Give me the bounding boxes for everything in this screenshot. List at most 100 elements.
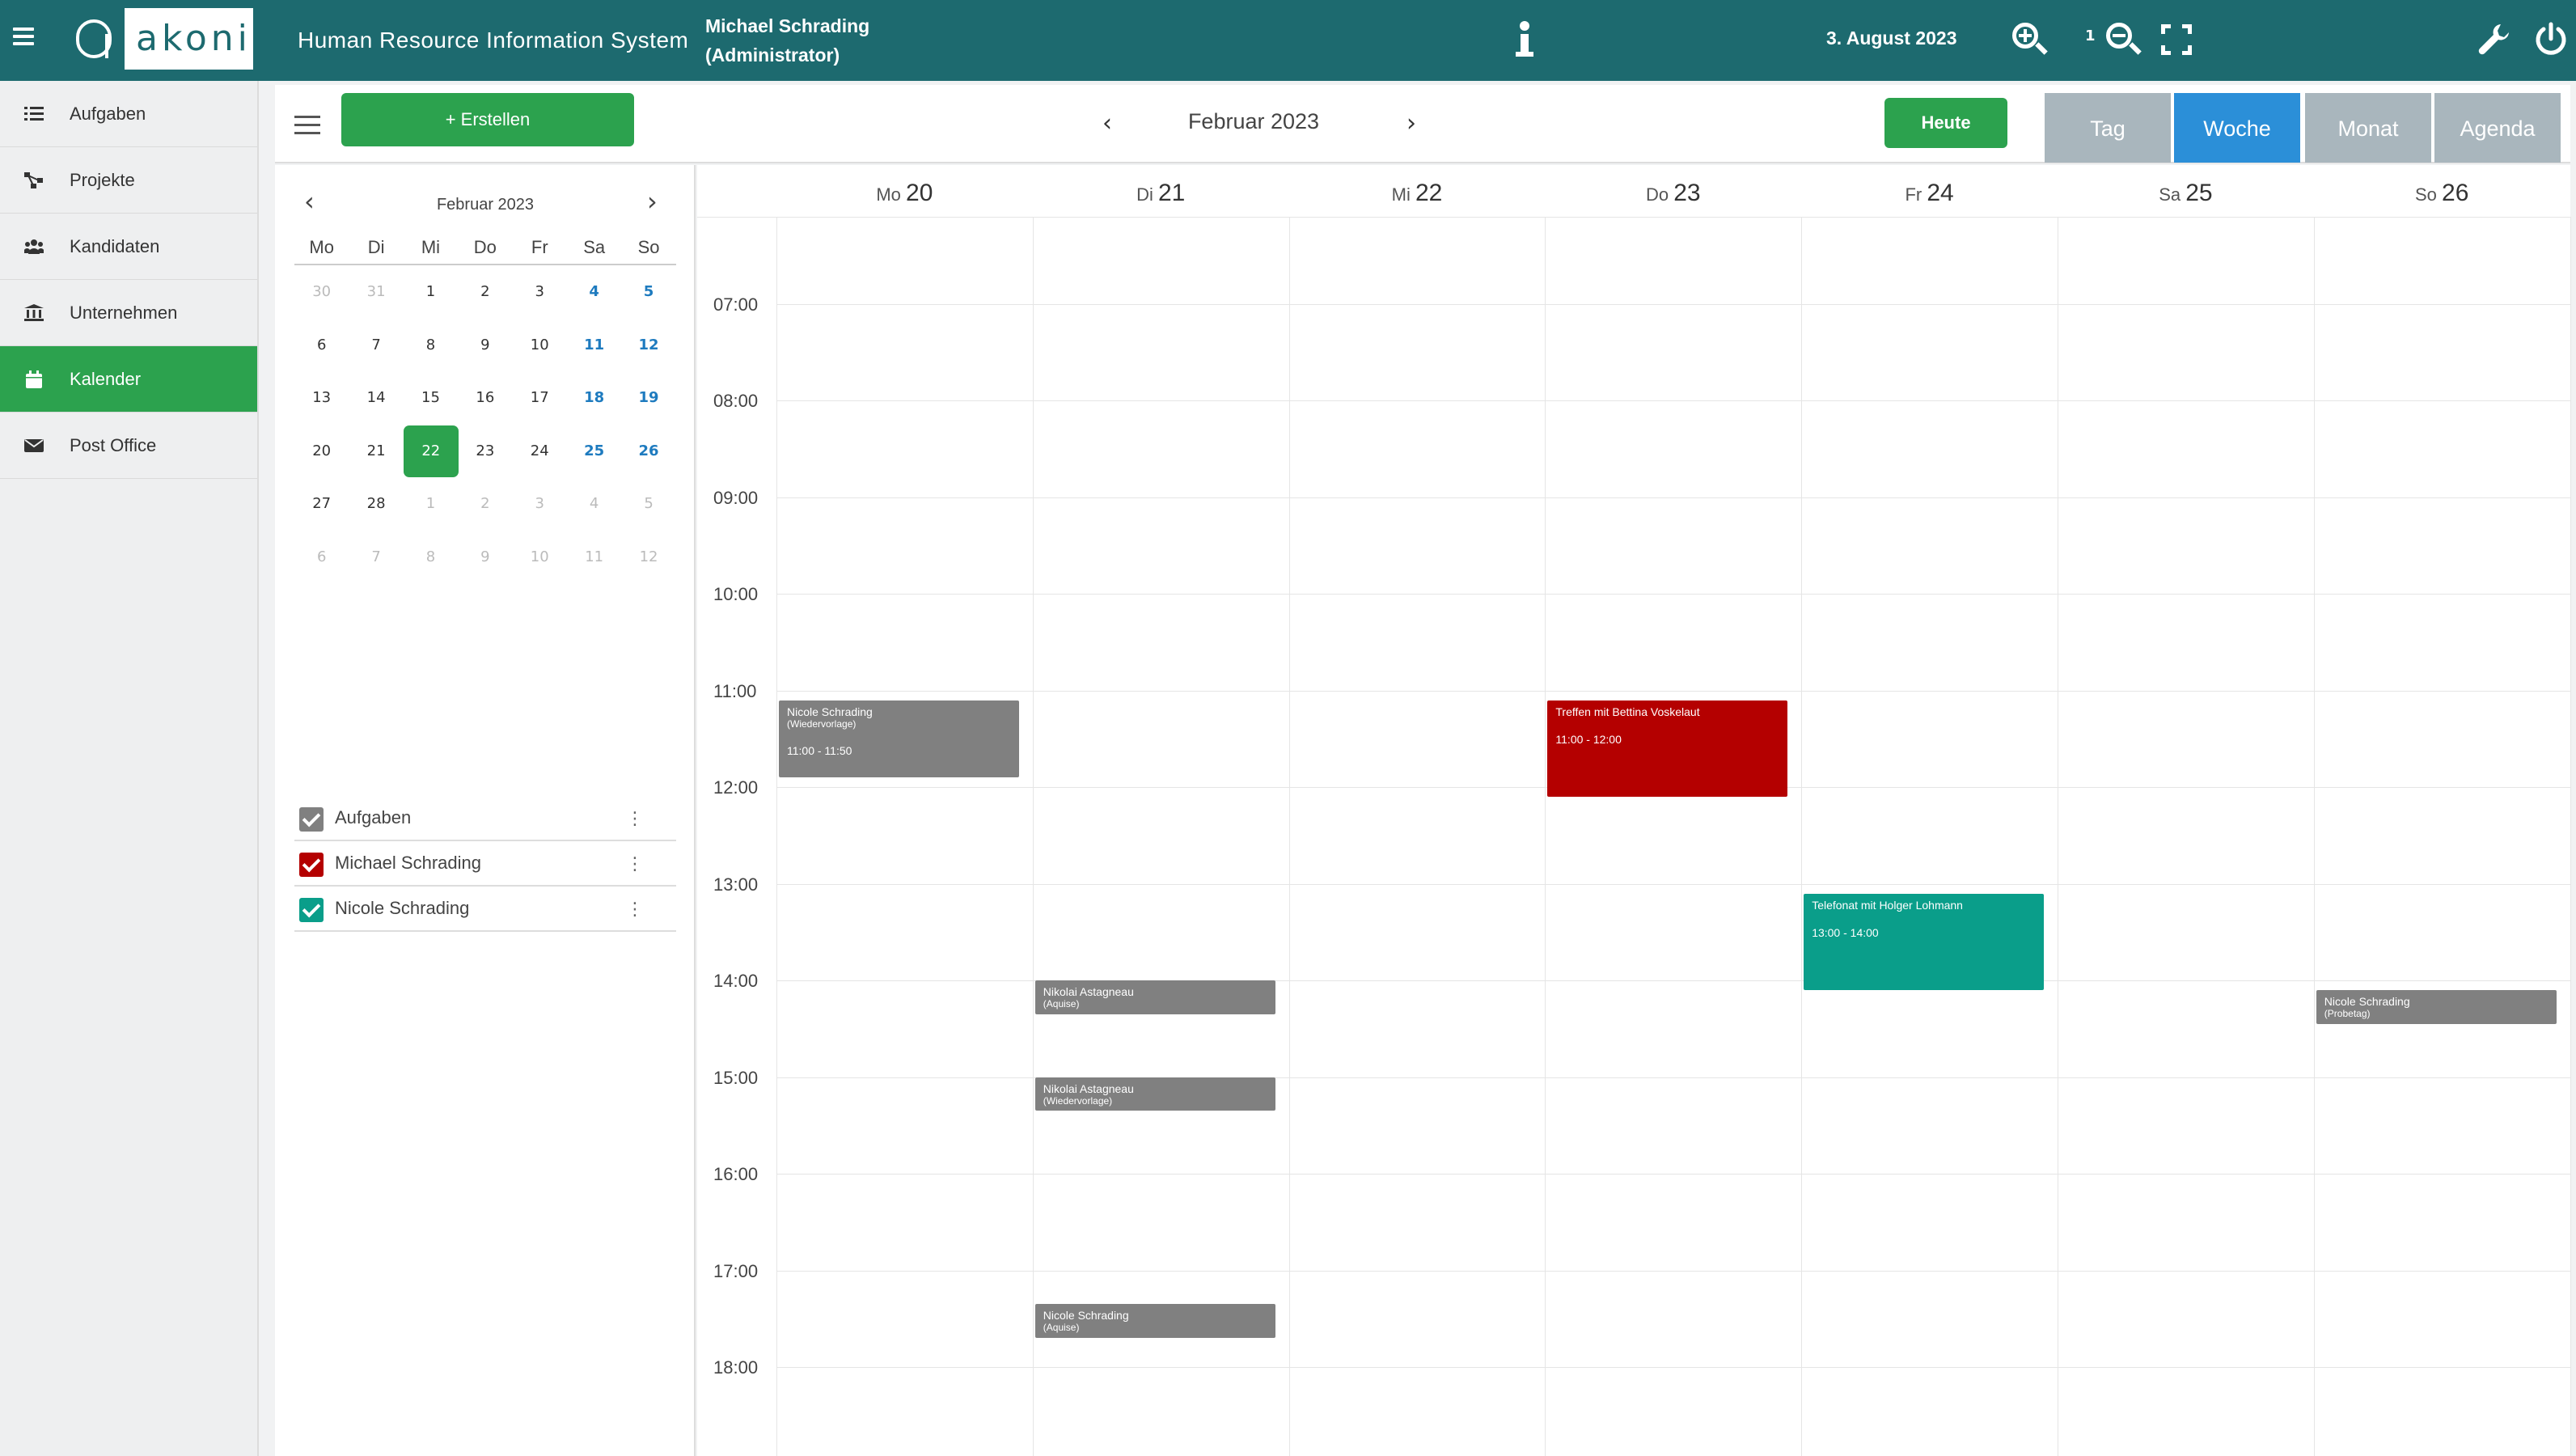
- day-cell[interactable]: 28: [349, 477, 403, 531]
- day-cell[interactable]: 2: [458, 477, 512, 531]
- day-cell[interactable]: 3: [513, 477, 567, 531]
- create-button[interactable]: + Erstellen: [341, 93, 634, 146]
- day-number: 12: [639, 548, 658, 565]
- day-cell[interactable]: 9: [458, 531, 512, 584]
- day-cell[interactable]: 25: [567, 425, 621, 478]
- day-cell[interactable]: 5: [621, 265, 675, 319]
- day-cell[interactable]: 30: [294, 265, 349, 319]
- day-cell[interactable]: 3: [513, 265, 567, 319]
- calendar-checkbox[interactable]: [299, 898, 324, 922]
- day-cell[interactable]: 7: [349, 319, 403, 372]
- day-cell[interactable]: 19: [621, 371, 675, 425]
- day-cell[interactable]: 4: [567, 477, 621, 531]
- calendar-event[interactable]: Nikolai Astagneau (Aquise): [1034, 980, 1275, 1014]
- day-cell[interactable]: 11: [567, 531, 621, 584]
- day-cell[interactable]: 6: [294, 531, 349, 584]
- day-cell[interactable]: 10: [513, 531, 567, 584]
- day-cell[interactable]: 5: [621, 477, 675, 531]
- tab-agenda[interactable]: Agenda: [2434, 93, 2561, 163]
- tab-monat[interactable]: Monat: [2305, 93, 2431, 163]
- day-header[interactable]: Do 23: [1545, 165, 1801, 217]
- sidebar-item-label: Kandidaten: [70, 235, 160, 256]
- day-cell[interactable]: 24: [513, 425, 567, 478]
- day-cell[interactable]: 14: [349, 371, 403, 425]
- sidebar-item-kalender[interactable]: Kalender: [0, 346, 257, 413]
- day-cell[interactable]: 10: [513, 319, 567, 372]
- info-icon[interactable]: [1512, 18, 1537, 63]
- day-number: 14: [366, 389, 386, 406]
- sidebar-item-projekte[interactable]: Projekte: [0, 147, 257, 214]
- panel-toggle-icon[interactable]: [294, 116, 320, 135]
- day-cell[interactable]: 7: [349, 531, 403, 584]
- tab-woche[interactable]: Woche: [2174, 93, 2300, 163]
- day-header[interactable]: Mo 20: [776, 165, 1033, 217]
- day-cell[interactable]: 4: [567, 265, 621, 319]
- day-cell[interactable]: 16: [458, 371, 512, 425]
- calendar-event[interactable]: Nicole Schrading (Aquise): [1034, 1304, 1275, 1339]
- day-header[interactable]: Di 21: [1033, 165, 1289, 217]
- calendar-event[interactable]: Nicole Schrading (Probetag): [2316, 990, 2557, 1024]
- day-cell[interactable]: 1: [404, 477, 458, 531]
- calendar-event[interactable]: Nikolai Astagneau (Wiedervorlage): [1034, 1077, 1275, 1111]
- calendar-checkbox[interactable]: [299, 853, 324, 877]
- day-cell[interactable]: 18: [567, 371, 621, 425]
- day-number: 10: [530, 336, 549, 353]
- day-header[interactable]: Fr 24: [1801, 165, 2058, 217]
- zoom-in-icon[interactable]: [2011, 21, 2048, 58]
- selected-day[interactable]: 22: [403, 425, 459, 478]
- mini-calendar-next-button[interactable]: ›: [647, 186, 658, 217]
- day-header[interactable]: Sa 25: [2058, 165, 2314, 217]
- day-header[interactable]: Mi 22: [1289, 165, 1546, 217]
- power-icon[interactable]: [2533, 21, 2569, 57]
- day-cell[interactable]: 1: [404, 265, 458, 319]
- day-cell[interactable]: 21: [349, 425, 403, 478]
- calendar-checkbox[interactable]: [299, 807, 324, 832]
- kebab-menu-icon[interactable]: ⋮: [626, 809, 644, 829]
- sidebar-item-aufgaben[interactable]: Aufgaben: [0, 81, 257, 147]
- mini-calendar-week: 6 7 8 9 10 11 12: [294, 319, 676, 372]
- calendar-icon: [26, 370, 42, 388]
- menu-icon[interactable]: [13, 28, 34, 45]
- calendar-event[interactable]: Treffen mit Bettina Voskelaut 11:00 - 12:…: [1547, 700, 1788, 797]
- day-cell[interactable]: 13: [294, 371, 349, 425]
- day-cell[interactable]: 15: [404, 371, 458, 425]
- event-title: Telefonat mit Holger Lohmann: [1812, 898, 1963, 912]
- day-cell[interactable]: 26: [621, 425, 675, 478]
- day-number: 1: [425, 495, 436, 512]
- akoni-logo[interactable]: akoni: [63, 8, 253, 70]
- sidebar-item-post-office[interactable]: Post Office: [0, 413, 257, 479]
- day-cell[interactable]: 27: [294, 477, 349, 531]
- day-number: 25: [584, 442, 605, 459]
- day-cell[interactable]: 2: [458, 265, 512, 319]
- calendar-event[interactable]: Nicole Schrading (Wiedervorlage) 11:00 - 1…: [779, 700, 1019, 778]
- sidebar-item-unternehmen[interactable]: Unternehmen: [0, 280, 257, 346]
- today-button[interactable]: Heute: [1884, 98, 2007, 148]
- bank-icon: [24, 304, 44, 321]
- day-header[interactable]: So 26: [2314, 165, 2570, 217]
- day-cell[interactable]: 8: [404, 319, 458, 372]
- tab-tag[interactable]: Tag: [2045, 93, 2171, 163]
- prev-week-button[interactable]: ‹: [1095, 108, 1119, 140]
- kebab-menu-icon[interactable]: ⋮: [626, 899, 644, 920]
- wrench-icon[interactable]: [2477, 21, 2512, 57]
- day-cell[interactable]: 23: [458, 425, 512, 478]
- sidebar-item-kandidaten[interactable]: Kandidaten: [0, 214, 257, 280]
- event-subtitle: (Wiedervorlage): [1043, 1094, 1113, 1107]
- day-cell[interactable]: 17: [513, 371, 567, 425]
- day-cell[interactable]: 9: [458, 319, 512, 372]
- day-cell[interactable]: 31: [349, 265, 403, 319]
- calendar-event[interactable]: Telefonat mit Holger Lohmann 13:00 - 14:0…: [1804, 893, 2044, 990]
- kebab-menu-icon[interactable]: ⋮: [626, 854, 644, 874]
- next-week-button[interactable]: ›: [1399, 108, 1423, 140]
- time-label: 09:00: [713, 487, 759, 508]
- fullscreen-icon[interactable]: [2161, 24, 2192, 55]
- day-cell[interactable]: 8: [404, 531, 458, 584]
- mini-calendar-weekdays: Mo Di Mi Do Fr Sa So: [294, 236, 676, 265]
- day-cell[interactable]: 12: [621, 531, 675, 584]
- day-cell[interactable]: 20: [294, 425, 349, 478]
- zoom-out-icon[interactable]: [2104, 21, 2142, 58]
- day-cell[interactable]: 6: [294, 319, 349, 372]
- day-cell[interactable]: 11: [567, 319, 621, 372]
- day-cell[interactable]: 12: [621, 319, 675, 372]
- grid-hour-line: [776, 1174, 2570, 1175]
